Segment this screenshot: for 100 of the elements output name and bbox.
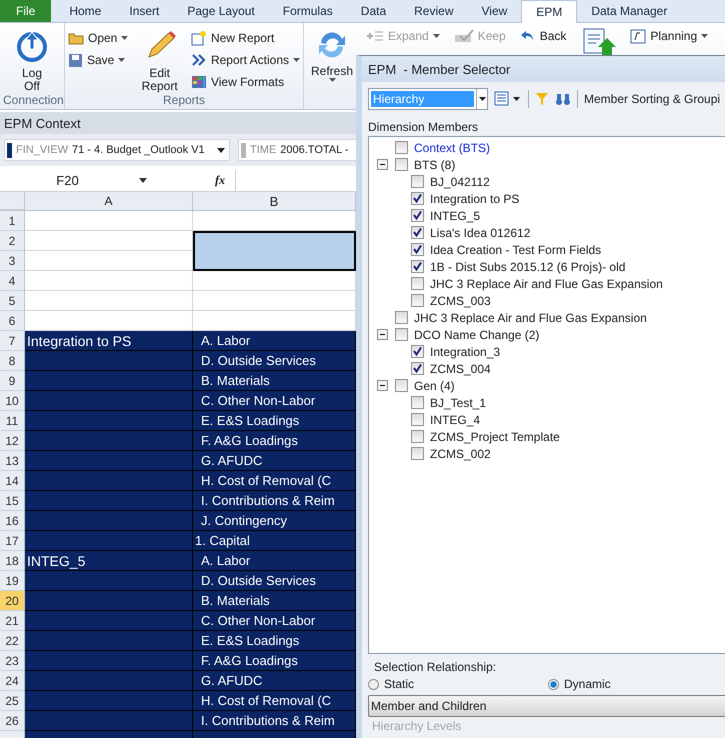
save-button[interactable]: Save	[68, 51, 128, 69]
row-header[interactable]: 12	[0, 431, 25, 451]
checkbox[interactable]	[411, 260, 424, 273]
checkbox[interactable]	[411, 277, 424, 290]
row-header[interactable]: 21	[0, 611, 25, 631]
row-header[interactable]: 8	[0, 351, 25, 371]
row-header[interactable]: 6	[0, 311, 25, 331]
ribbon-tab[interactable]: Insert	[115, 0, 174, 22]
checkbox[interactable]	[395, 311, 408, 324]
tree-item[interactable]: 1B - Dist Subs 2015.12 (6 Projs)- old	[430, 260, 626, 274]
radio-button[interactable]: Dynamic	[548, 677, 725, 691]
checkbox[interactable]	[395, 328, 408, 341]
checkbox[interactable]	[411, 226, 424, 239]
tree-item[interactable]: ZCMS_Project Template	[430, 430, 560, 444]
checkbox[interactable]	[411, 430, 424, 443]
checkbox[interactable]	[411, 447, 424, 460]
tree-item[interactable]: INTEG_4	[430, 412, 480, 426]
checkbox[interactable]	[411, 209, 424, 222]
checkbox[interactable]	[395, 141, 408, 154]
checkbox[interactable]	[411, 294, 424, 307]
radio-button[interactable]: Static	[368, 677, 548, 691]
ribbon-tab[interactable]: Home	[55, 0, 116, 22]
insert-function-button[interactable]: fx	[215, 172, 235, 188]
context-dropdown[interactable]: FIN_VIEW 71 - 4. Budget _Outlook V1	[4, 139, 230, 161]
checkbox[interactable]	[411, 192, 424, 205]
refresh-button[interactable]: Refresh	[307, 25, 357, 109]
tree-item[interactable]: BTS (8)	[414, 158, 456, 172]
checkbox[interactable]	[395, 158, 408, 171]
name-box[interactable]: F20	[0, 172, 135, 188]
checkbox[interactable]	[411, 413, 424, 426]
tree-item[interactable]: JHC 3 Replace Air and Flue Gas Expansion	[430, 276, 663, 290]
column-header[interactable]: A	[25, 192, 193, 210]
checkbox[interactable]	[411, 396, 424, 409]
checkbox[interactable]	[411, 345, 424, 358]
row-header[interactable]: 25	[0, 691, 25, 711]
tree-item[interactable]: DCO Name Change (2)	[414, 328, 540, 342]
section-header[interactable]: Member and Children	[368, 695, 725, 717]
row-header[interactable]: 3	[0, 251, 25, 271]
log-off-button[interactable]: Log Off	[3, 25, 61, 93]
ribbon-tab[interactable]: Data Manager	[577, 0, 682, 22]
collapse-toggle-icon[interactable]	[377, 380, 388, 391]
tree-item[interactable]: Idea Creation - Test Form Fields	[430, 242, 602, 256]
select-all-corner[interactable]	[0, 192, 25, 210]
tree-item[interactable]: JHC 3 Replace Air and Flue Gas Expansion	[414, 310, 647, 324]
tree-item[interactable]: ZCMS_003	[430, 294, 491, 308]
tree-item[interactable]: Context (BTS)	[414, 140, 490, 154]
row-header[interactable]: 15	[0, 491, 25, 511]
report-actions-button[interactable]: Report Actions	[190, 51, 300, 69]
row-header[interactable]: 9	[0, 371, 25, 391]
row-header[interactable]: 2	[0, 231, 25, 251]
tree-item[interactable]: BJ_042112	[430, 174, 490, 188]
tree-item[interactable]: Gen (4)	[414, 378, 455, 392]
back-button[interactable]: Back	[520, 27, 566, 45]
collapse-toggle-icon[interactable]	[377, 329, 388, 340]
row-header[interactable]: 11	[0, 411, 25, 431]
checkbox[interactable]	[411, 175, 424, 188]
row-header[interactable]: 13	[0, 451, 25, 471]
ribbon-tab[interactable]: EPM	[521, 0, 578, 23]
ribbon-tab[interactable]: Review	[400, 0, 468, 22]
row-header[interactable]: 23	[0, 651, 25, 671]
ribbon-tab[interactable]: File	[0, 0, 52, 22]
edit-report-button[interactable]: Edit Report	[132, 25, 187, 93]
tree-item[interactable]: BJ_Test_1	[430, 396, 486, 410]
tree-item[interactable]: Integration_3	[430, 344, 500, 358]
row-header[interactable]: 16	[0, 511, 25, 531]
dropdown-arrow-icon[interactable]	[139, 178, 147, 182]
row-header[interactable]: 14	[0, 471, 25, 491]
row-header[interactable]: 26	[0, 711, 25, 731]
row-header[interactable]: 20	[0, 591, 25, 611]
row-header[interactable]: 19	[0, 571, 25, 591]
row-header[interactable]: 1	[0, 211, 25, 231]
list-view-icon[interactable]	[494, 91, 522, 107]
filter-icon[interactable]	[535, 92, 549, 106]
row-header[interactable]: 4	[0, 271, 25, 291]
open-button[interactable]: Open	[68, 29, 128, 47]
ribbon-tab[interactable]: Formulas	[268, 0, 347, 22]
ribbon-tab[interactable]: View	[468, 0, 522, 22]
tree-item[interactable]: ZCMS_004	[430, 362, 491, 376]
checkbox[interactable]	[411, 362, 424, 375]
checkbox[interactable]	[395, 379, 408, 392]
row-header[interactable]: 17	[0, 531, 25, 551]
sorting-button[interactable]: Member Sorting & Groupi	[584, 92, 720, 106]
row-header[interactable]: 10	[0, 391, 25, 411]
planning-button[interactable]: Planning	[630, 27, 708, 45]
tree-item[interactable]: Lisa's Idea 012612	[430, 226, 530, 240]
collapse-toggle-icon[interactable]	[377, 159, 388, 170]
tree-item[interactable]: ZCMS_002	[430, 446, 491, 460]
tree-item[interactable]: INTEG_5	[430, 208, 480, 222]
row-header[interactable]: 5	[0, 291, 25, 311]
row-header[interactable]: 18	[0, 551, 25, 571]
ribbon-tab[interactable]: Data	[346, 0, 400, 22]
tree-item[interactable]: Integration to PS	[430, 192, 520, 206]
ribbon-tab[interactable]: Page Layout	[173, 0, 269, 22]
new-report-button[interactable]: New Report	[190, 29, 300, 47]
row-header[interactable]: 22	[0, 631, 25, 651]
view-formats-button[interactable]: View Formats	[190, 73, 300, 91]
row-header[interactable]: 7	[0, 331, 25, 351]
checkbox[interactable]	[411, 243, 424, 256]
row-header[interactable]: 24	[0, 671, 25, 691]
binoculars-icon[interactable]	[555, 92, 571, 106]
